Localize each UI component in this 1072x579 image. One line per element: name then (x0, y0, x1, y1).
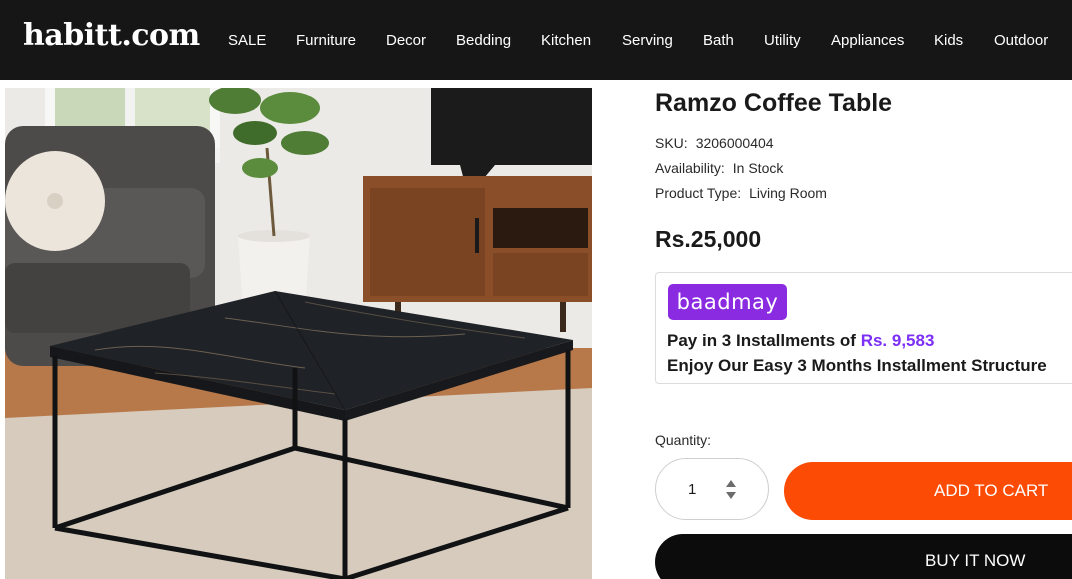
quantity-value[interactable]: 1 (688, 481, 696, 498)
stepper-down-icon[interactable] (726, 492, 736, 499)
installment-box: baadmay Pay in 3 Installments of Rs. 9,5… (655, 272, 1072, 384)
availability-row: Availability: In Stock (655, 160, 783, 176)
nav-item-sale[interactable]: SALE (228, 32, 266, 49)
nav-item-kids[interactable]: Kids (934, 32, 963, 49)
nav-item-bath[interactable]: Bath (703, 32, 734, 49)
nav-item-decor[interactable]: Decor (386, 32, 426, 49)
installment-offer: Pay in 3 Installments of Rs. 9,583 (667, 331, 934, 351)
product-type-value: Living Room (749, 185, 827, 201)
sku-value: 3206000404 (695, 135, 774, 151)
sku-label: SKU: (655, 135, 688, 151)
product-title: Ramzo Coffee Table (655, 89, 893, 117)
nav-item-kitchen[interactable]: Kitchen (541, 32, 591, 49)
quantity-stepper[interactable]: 1 (655, 458, 769, 520)
add-to-cart-button[interactable]: ADD TO CART (784, 462, 1072, 520)
stepper-arrows (724, 477, 738, 503)
product-type-label: Product Type: (655, 185, 742, 201)
nav-item-appliances[interactable]: Appliances (831, 32, 904, 49)
product-image[interactable] (5, 88, 592, 579)
availability-value: In Stock (732, 160, 784, 176)
nav-item-serving[interactable]: Serving (622, 32, 673, 49)
availability-label: Availability: (655, 160, 725, 176)
product-type-row: Product Type: Living Room (655, 185, 827, 201)
site-header: habitt.com SALE Furniture Decor Bedding … (0, 0, 1072, 80)
product-price: Rs.25,000 (655, 226, 762, 252)
site-logo[interactable]: habitt.com (23, 18, 200, 53)
stepper-up-icon[interactable] (726, 480, 736, 487)
quantity-label: Quantity: (655, 432, 712, 448)
sku-row: SKU: 3206000404 (655, 135, 774, 151)
coffee-table-photo (5, 88, 592, 579)
baadmay-logo[interactable]: baadmay (668, 284, 787, 320)
nav-item-outdoor[interactable]: Outdoor (994, 32, 1048, 49)
installment-structure-text: Enjoy Our Easy 3 Months Installment Stru… (667, 356, 1047, 375)
installment-offer-text: Pay in 3 Installments of (667, 331, 856, 350)
installment-amount: Rs. 9,583 (860, 331, 935, 350)
nav-item-furniture[interactable]: Furniture (296, 32, 356, 49)
nav-item-utility[interactable]: Utility (764, 32, 801, 49)
buy-it-now-button[interactable]: BUY IT NOW (655, 534, 1072, 579)
nav-item-bedding[interactable]: Bedding (456, 32, 511, 49)
